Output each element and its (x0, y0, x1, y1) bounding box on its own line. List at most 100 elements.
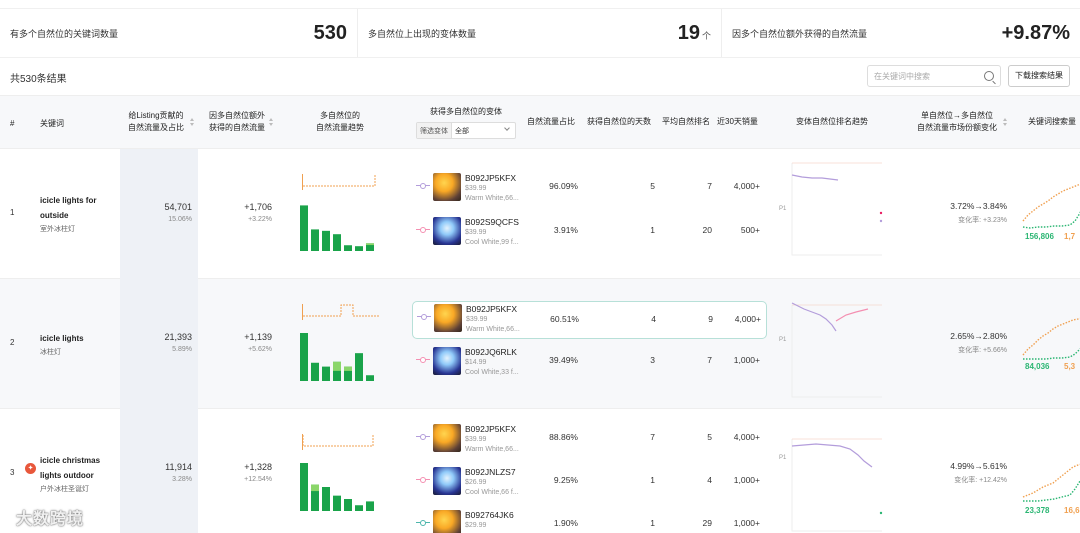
col-market-share[interactable]: 单自然位→多自然位 自然流量市场份额变化 (912, 110, 1002, 134)
extra-traffic-percent: +3.22% (248, 216, 272, 223)
variant-item[interactable]: B092JP5KFX $39.99 Warm White,66... 60.51% 4 9… (412, 301, 767, 339)
variant-item[interactable]: B092JP5KFX $39.99 Warm White,66... 88.86% 7 5… (412, 424, 767, 468)
search-volume-chart: 23,378 16,6 (1020, 409, 1080, 533)
variant-price: $39.99 (466, 316, 488, 323)
variant-sales: 500+ (740, 225, 760, 235)
variant-rank: 29 (702, 518, 712, 528)
rank-point (879, 511, 883, 515)
variant-legend-marker (416, 434, 430, 440)
p1-axis-label: P1 (779, 206, 787, 212)
trend-bar (344, 245, 352, 251)
variant-asin[interactable]: B092JNLZS7 (465, 467, 516, 477)
stat-value: 19 个 (677, 21, 711, 44)
stat-label: 有多个自然位的关键词数量 (10, 28, 119, 39)
variant-asin[interactable]: B092764JK6 (465, 510, 514, 520)
variant-price: $39.99 (465, 436, 487, 443)
trend-bar (366, 501, 374, 511)
variant-thumbnail[interactable] (433, 424, 461, 452)
sort-icon[interactable] (190, 118, 194, 126)
keyword-link[interactable]: icicle christmas lights outdoor (40, 453, 110, 483)
variant-asin[interactable]: B092JP5KFX (465, 173, 516, 183)
variant-days: 1 (650, 475, 655, 485)
rank-point (879, 219, 883, 223)
keyword-translation: 户外冰柱圣诞灯 (40, 486, 89, 493)
col-traffic[interactable]: 给Listing贡献的 自然流量及占比 (122, 110, 190, 134)
variant-thumbnail[interactable] (433, 347, 461, 375)
market-share-change: 2.65%→2.80% (950, 331, 1007, 341)
rank-trend-chart (791, 162, 883, 256)
variant-asin[interactable]: B092JQ6RLK (465, 347, 517, 357)
variant-legend-marker (417, 314, 431, 320)
stat-multi-keyword-count: 有多个自然位的关键词数量 530 (0, 9, 357, 57)
search-volume-value: 84,036 (1025, 362, 1050, 371)
filter-label: 筛选变体 (417, 123, 452, 138)
variant-days: 1 (650, 225, 655, 235)
variant-share: 9.25% (553, 475, 578, 485)
rank-line (791, 174, 839, 181)
trend-bar (300, 205, 308, 251)
variant-asin[interactable]: B092JP5KFX (466, 304, 517, 314)
variant-thumbnail[interactable] (433, 510, 461, 533)
rank-trend-box (790, 435, 885, 533)
rank-trend-box (790, 159, 885, 259)
variant-sales: 4,000+ (733, 432, 760, 442)
trend-bar (300, 463, 308, 511)
keyword-line: icicle lights for (40, 196, 97, 205)
table-row: 3 icicle christmas lights outdoor 户外冰柱圣诞灯 11… (0, 409, 1080, 533)
trend-indicator-strip (302, 434, 378, 450)
rank-trend-chart (791, 438, 883, 532)
variant-item[interactable]: B092764JK6 $29.99 1.90% 1 29 1,000+ (412, 510, 767, 533)
variant-item[interactable]: B092S9QCFS $39.99 Cool White,99 f... 3.91% 1… (412, 217, 767, 261)
variant-legend-marker (416, 520, 430, 526)
search-placeholder: 在关键词中搜索 (874, 72, 930, 81)
volume-line (1022, 463, 1080, 498)
variant-item[interactable]: B092JNLZS7 $26.99 Cool White,66 f... 9.25% 1… (412, 467, 767, 511)
variant-days: 5 (650, 181, 655, 191)
variant-share: 3.91% (553, 225, 578, 235)
rank-trend-box (790, 301, 885, 401)
trend-indicator-strip (302, 304, 379, 320)
keyword-link[interactable]: icicle lights (40, 331, 110, 346)
variant-description: Cool White,33 f... (465, 369, 519, 376)
search-input[interactable]: 在关键词中搜索 (867, 65, 1001, 87)
sort-icon[interactable] (269, 118, 273, 126)
sort-icon[interactable] (1003, 118, 1007, 126)
variant-share: 60.51% (550, 314, 579, 324)
col-index: # (10, 119, 15, 128)
col-search-volume: 关键词搜索量 (1028, 117, 1076, 126)
variant-thumbnail[interactable] (433, 217, 461, 245)
variant-asin[interactable]: B092S9QCFS (465, 217, 519, 227)
table-row: 2 icicle lights 冰柱灯 21,393 5.89% +1,139 +5.62%… (0, 279, 1080, 409)
traffic-value: 21,393 (164, 332, 192, 342)
col-keyword: 关键词 (40, 119, 64, 128)
variant-thumbnail[interactable] (433, 173, 461, 201)
variant-asin[interactable]: B092JP5KFX (465, 424, 516, 434)
variant-item[interactable]: B092JP5KFX $39.99 Warm White,66... 96.09% 5 7… (412, 173, 767, 217)
variant-rank: 5 (707, 432, 712, 442)
trend-bar (355, 505, 363, 511)
download-results-button[interactable]: 下载搜索结果 (1008, 65, 1070, 87)
traffic-percent: 5.89% (172, 346, 192, 353)
search-icon[interactable] (984, 71, 994, 81)
variant-rank: 9 (708, 314, 713, 324)
trend-bar (355, 246, 363, 251)
search-volume-chart: 84,036 5,3 (1020, 279, 1080, 409)
variant-filter-select[interactable]: 筛选变体 全部 (416, 122, 516, 139)
row-index: 2 (10, 338, 15, 347)
variant-rank: 7 (707, 181, 712, 191)
trend-bar (322, 366, 330, 381)
variant-legend-marker (416, 357, 430, 363)
col-extra-traffic[interactable]: 因多自然位额外 获得的自然流量 (203, 110, 271, 134)
traffic-cell-bg (120, 149, 198, 279)
variant-thumbnail[interactable] (433, 467, 461, 495)
results-count: 共530条结果 (10, 74, 67, 85)
extra-traffic-value: +1,139 (244, 332, 272, 342)
market-share-rate: 变化率: +5.66% (958, 347, 1007, 354)
variant-description: Cool White,99 f... (465, 239, 519, 246)
variant-item[interactable]: B092JQ6RLK $14.99 Cool White,33 f... 39.49%… (412, 347, 767, 391)
variant-thumbnail[interactable] (434, 304, 462, 332)
extra-traffic-percent: +12.54% (244, 476, 272, 483)
keyword-link[interactable]: icicle lights for outside (40, 193, 110, 223)
trend-bars-wrap (300, 203, 380, 253)
variant-sales: 4,000+ (733, 181, 760, 191)
